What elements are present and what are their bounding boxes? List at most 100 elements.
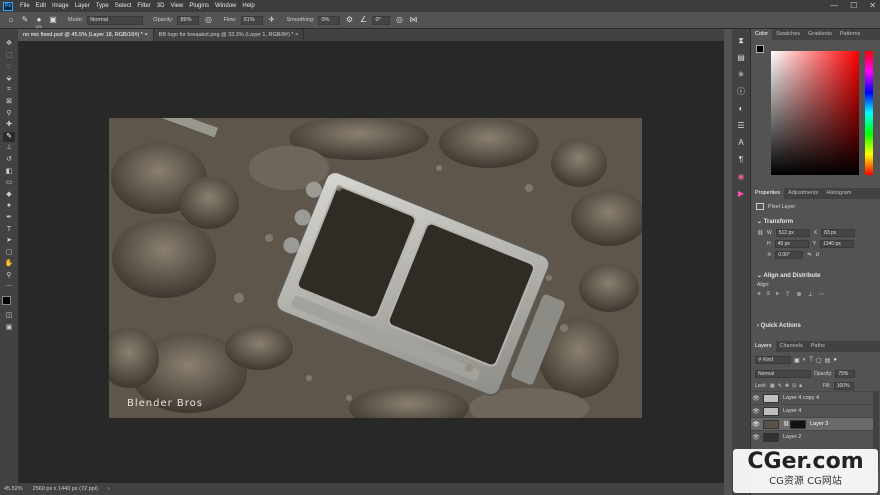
tab-color[interactable]: Color xyxy=(751,29,773,40)
smoothing-field[interactable]: 0% xyxy=(318,15,341,25)
airbrush-icon[interactable]: ✈ xyxy=(267,15,277,25)
path-selection-tool-icon[interactable]: ➤ xyxy=(3,236,15,247)
maximize-button[interactable]: ☐ xyxy=(850,1,857,10)
transform-section-title[interactable]: ⌄ Transform xyxy=(753,215,797,228)
tab-document-1[interactable]: no mic fixed.psd @ 45.5% (Layer 18, RGB/… xyxy=(18,29,154,41)
color-field[interactable] xyxy=(771,51,859,175)
dodge-tool-icon[interactable]: ● xyxy=(3,201,15,212)
frame-tool-icon[interactable]: ⊠ xyxy=(3,97,15,108)
menu-3d[interactable]: 3D xyxy=(154,3,168,9)
filter-toggle-icon[interactable]: ● xyxy=(833,357,837,363)
align-right-icon[interactable]: ⫸ xyxy=(776,291,779,298)
layer-row-selected[interactable]: 👁︎ ⛓ Layer 3 xyxy=(751,417,873,430)
move-tool-icon[interactable]: ✥ xyxy=(3,39,15,50)
opacity-field[interactable]: 89% xyxy=(177,15,200,25)
smoothing-settings-icon[interactable]: ⚙ xyxy=(344,15,354,25)
mode-select[interactable]: Normal xyxy=(87,15,144,25)
x-field[interactable]: 83 px xyxy=(821,229,856,237)
align-bottom-icon[interactable]: ⊥ xyxy=(808,291,813,298)
layer-filter-select[interactable]: ⚲ Kind xyxy=(755,356,791,364)
flow-field[interactable]: 91% xyxy=(240,15,263,25)
menu-help[interactable]: Help xyxy=(239,3,257,9)
brush-preset-icon[interactable]: ● 125 xyxy=(34,15,44,29)
menu-type[interactable]: Type xyxy=(93,3,112,9)
pressure-size-icon[interactable]: ◎ xyxy=(394,15,404,25)
zoom-tool-icon[interactable]: ⚲ xyxy=(3,271,15,282)
character-icon[interactable]: A xyxy=(735,137,747,149)
brush-tool-icon[interactable]: ✎ xyxy=(20,15,30,25)
filter-shape-icon[interactable]: ▢ xyxy=(816,357,822,364)
flip-horizontal-icon[interactable]: ⇋ xyxy=(807,252,811,258)
object-selection-tool-icon[interactable]: ⬙ xyxy=(3,74,15,85)
healing-brush-tool-icon[interactable]: ✚ xyxy=(3,120,15,131)
crop-tool-icon[interactable]: ⌗ xyxy=(3,85,15,96)
lock-pixels-icon[interactable]: ▦ xyxy=(770,383,775,389)
fill-field[interactable]: 100% xyxy=(833,382,854,390)
menu-select[interactable]: Select xyxy=(112,3,135,9)
rectangle-tool-icon[interactable]: ▢ xyxy=(3,248,15,259)
history-icon[interactable]: ⧗ xyxy=(735,35,747,47)
lock-artboard-icon[interactable]: ⊡ xyxy=(792,383,796,389)
menu-plugins[interactable]: Plugins xyxy=(186,3,212,9)
more-options-icon[interactable]: ⋯ xyxy=(819,291,825,298)
tab-properties[interactable]: Properties xyxy=(751,188,785,199)
flip-vertical-icon[interactable]: ⇵ xyxy=(815,252,819,258)
align-left-icon[interactable]: ⫷ xyxy=(757,291,760,298)
lock-brush-icon[interactable]: ✎ xyxy=(778,383,782,389)
close-tab-icon[interactable]: × xyxy=(144,32,147,38)
link-icon[interactable]: ⛓ xyxy=(757,230,763,236)
width-field[interactable]: 512 px xyxy=(775,229,810,237)
layer-row[interactable]: 👁︎ Layer 2 xyxy=(751,430,873,443)
layer-row[interactable]: 👁︎ Layer 4 xyxy=(751,404,873,417)
pen-tool-icon[interactable]: ✒ xyxy=(3,213,15,224)
layer-comps-icon[interactable]: ▤ xyxy=(735,52,747,64)
quick-mask-icon[interactable]: ◫ xyxy=(3,311,15,322)
filter-smart-object-icon[interactable]: ▤ xyxy=(825,357,831,364)
creative-cloud-icon[interactable]: ◉ xyxy=(735,171,747,183)
screen-mode-icon[interactable]: ▣ xyxy=(3,323,15,334)
layer-opacity-field[interactable]: 75% xyxy=(835,370,856,378)
align-top-icon[interactable]: ⊤ xyxy=(785,291,790,298)
tab-swatches[interactable]: Swatches xyxy=(772,29,804,40)
menu-image[interactable]: Image xyxy=(49,3,72,9)
blur-tool-icon[interactable]: ◆ xyxy=(3,190,15,201)
visibility-eye-icon[interactable]: 👁︎ xyxy=(751,421,761,428)
menu-filter[interactable]: Filter xyxy=(134,3,153,9)
lock-position-icon[interactable]: ✥ xyxy=(785,383,789,389)
angle-field[interactable]: 0° xyxy=(372,15,391,25)
close-tab-icon[interactable]: × xyxy=(295,32,298,38)
eyedropper-tool-icon[interactable]: ⚲ xyxy=(3,109,15,120)
filter-pixel-icon[interactable]: ▣ xyxy=(794,357,800,364)
info-icon[interactable]: ⓘ xyxy=(735,86,747,98)
history-brush-tool-icon[interactable]: ↺ xyxy=(3,155,15,166)
document-canvas[interactable]: Blender Bros xyxy=(109,118,642,418)
menu-window[interactable]: Window xyxy=(212,3,239,9)
tab-patterns[interactable]: Patterns xyxy=(836,29,864,40)
adjustments-icon[interactable]: ◐ xyxy=(735,103,747,115)
visibility-eye-icon[interactable]: 👁︎ xyxy=(751,395,761,402)
menu-view[interactable]: View xyxy=(167,3,186,9)
visibility-eye-icon[interactable]: 👁︎ xyxy=(751,434,761,441)
align-center-icon[interactable]: ≡ xyxy=(766,291,770,298)
quick-actions-section-title[interactable]: › Quick Actions xyxy=(753,320,805,332)
lock-all-icon[interactable]: 🔒︎ xyxy=(799,383,802,389)
tab-paths[interactable]: Paths xyxy=(807,341,829,352)
type-tool-icon[interactable]: T xyxy=(3,225,15,236)
brush-settings-panel-icon[interactable]: ✳ xyxy=(735,69,747,81)
paragraph-icon[interactable]: ¶ xyxy=(735,154,747,166)
close-button[interactable]: ✕ xyxy=(869,1,876,10)
menu-edit[interactable]: Edit xyxy=(33,3,49,9)
align-section-title[interactable]: ⌄ Align and Distribute xyxy=(753,269,824,282)
menu-file[interactable]: File xyxy=(17,3,33,9)
learn-icon[interactable]: ▶ xyxy=(735,188,747,200)
foreground-color-swatch[interactable] xyxy=(2,296,11,306)
layer-row[interactable]: 👁︎ Layer 4 copy 4 xyxy=(751,391,873,404)
tool-presets-icon[interactable]: ☰ xyxy=(735,120,747,132)
hue-slider[interactable] xyxy=(865,51,873,175)
tab-channels[interactable]: Channels xyxy=(776,341,807,352)
hand-tool-icon[interactable]: ✋ xyxy=(3,259,15,270)
pressure-opacity-icon[interactable]: ◎ xyxy=(203,15,213,25)
minimize-button[interactable]: — xyxy=(830,1,838,10)
menu-layer[interactable]: Layer xyxy=(72,3,93,9)
eraser-tool-icon[interactable]: ◧ xyxy=(3,167,15,178)
